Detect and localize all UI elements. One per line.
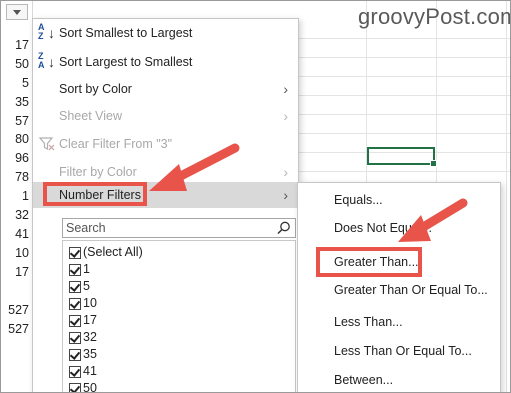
arrow-to-number-filters — [149, 143, 240, 191]
annotation-arrows — [149, 143, 468, 242]
arrow-to-greater-than — [398, 198, 468, 242]
excel-window: groovyPost.com 17 50 5 35 57 80 96 78 1 … — [0, 0, 511, 393]
